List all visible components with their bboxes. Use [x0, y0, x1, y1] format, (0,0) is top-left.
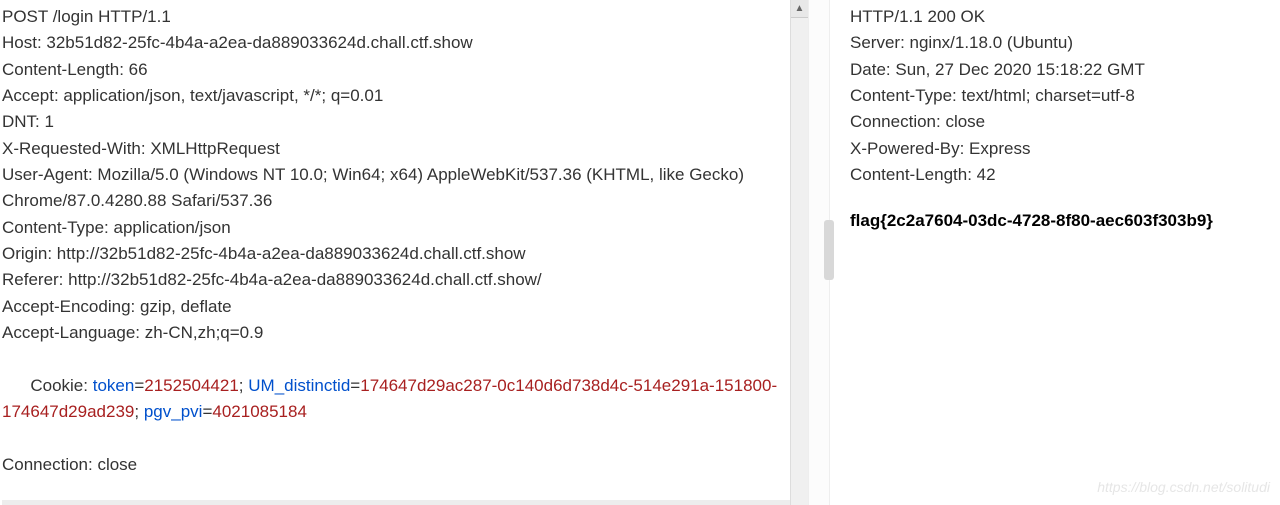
pane-splitter-handle[interactable] [824, 220, 834, 280]
response-header-line: Server: nginx/1.18.0 (Ubuntu) [850, 30, 1272, 56]
cookie-prefix: Cookie: [30, 376, 92, 395]
response-header-line: X-Powered-By: Express [850, 136, 1272, 162]
http-panes: POST /login HTTP/1.1Host: 32b51d82-25fc-… [0, 0, 1280, 505]
cookie-name: UM_distinctid [248, 376, 350, 395]
cookie-name: pgv_pvi [144, 402, 203, 421]
cookie-name: token [93, 376, 135, 395]
cookie-value: 4021085184 [212, 402, 307, 421]
request-header-line: Accept-Encoding: gzip, deflate [2, 294, 806, 320]
watermark: https://blog.csdn.net/solitudi [1097, 479, 1270, 495]
cookie-value: 2152504421 [144, 376, 239, 395]
request-header-line: Accept: application/json, text/javascrip… [2, 83, 806, 109]
request-header-line: DNT: 1 [2, 109, 806, 135]
cookie-line: Cookie: token=2152504421; UM_distinctid=… [2, 346, 806, 451]
request-header-line: Content-Type: application/json [2, 215, 806, 241]
request-header-line: Referer: http://32b51d82-25fc-4b4a-a2ea-… [2, 267, 806, 293]
scrollbar-vertical[interactable]: ▲ [790, 0, 808, 505]
response-header-line: Content-Length: 42 [850, 162, 1272, 188]
connection-line: Connection: close [2, 452, 806, 478]
response-body-flag: flag{2c2a7604-03dc-4728-8f80-aec603f303b… [850, 208, 1272, 234]
response-pane[interactable]: HTTP/1.1 200 OKServer: nginx/1.18.0 (Ubu… [830, 0, 1280, 505]
response-header-line: HTTP/1.1 200 OK [850, 4, 1272, 30]
request-header-line: Origin: http://32b51d82-25fc-4b4a-a2ea-d… [2, 241, 806, 267]
request-header-line: Host: 32b51d82-25fc-4b4a-a2ea-da88903362… [2, 30, 806, 56]
response-header-line: Date: Sun, 27 Dec 2020 15:18:22 GMT [850, 57, 1272, 83]
request-header-line: User-Agent: Mozilla/5.0 (Windows NT 10.0… [2, 162, 806, 215]
request-header-line: X-Requested-With: XMLHttpRequest [2, 136, 806, 162]
request-headers: POST /login HTTP/1.1Host: 32b51d82-25fc-… [2, 4, 806, 346]
response-headers: HTTP/1.1 200 OKServer: nginx/1.18.0 (Ubu… [850, 4, 1272, 188]
request-header-line: Accept-Language: zh-CN,zh;q=0.9 [2, 320, 806, 346]
request-header-line: Content-Length: 66 [2, 57, 806, 83]
response-header-line: Connection: close [850, 109, 1272, 135]
request-body[interactable]: {"username":"aa","password":"bb","__prot… [2, 500, 792, 505]
request-pane[interactable]: POST /login HTTP/1.1Host: 32b51d82-25fc-… [0, 0, 808, 505]
scrollbar-up-button[interactable]: ▲ [791, 0, 808, 18]
response-header-line: Content-Type: text/html; charset=utf-8 [850, 83, 1272, 109]
request-header-line: POST /login HTTP/1.1 [2, 4, 806, 30]
